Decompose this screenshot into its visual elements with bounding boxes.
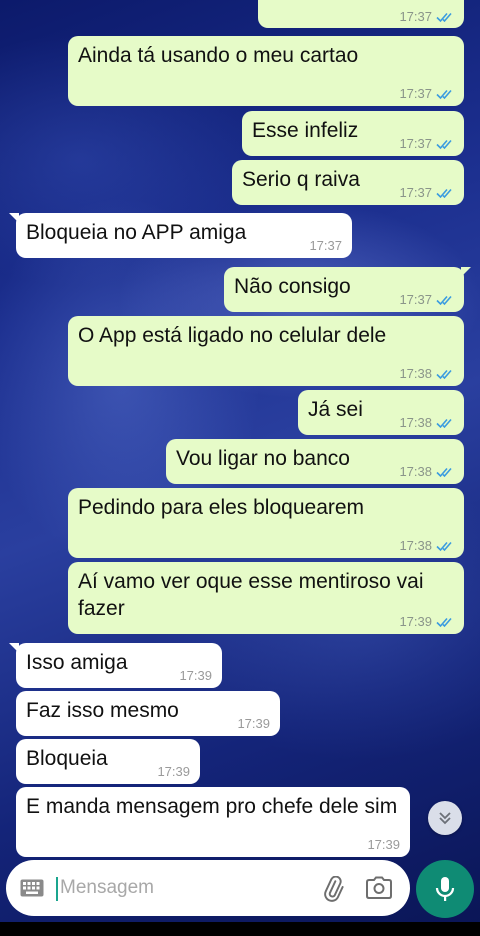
message-bubble-outgoing[interactable]: Ainda tá usando o meu cartao 17:37: [68, 36, 464, 106]
microphone-icon: [435, 877, 455, 901]
message-input[interactable]: [60, 874, 300, 902]
message-text: Aí vamo ver oque esse mentiroso vai faze…: [78, 570, 424, 620]
message-bubble-outgoing[interactable]: Já sei 17:38: [298, 390, 464, 435]
message-bubble-incoming[interactable]: E manda mensagem pro chefe dele sim 17:3…: [16, 787, 410, 857]
message-meta: 17:37: [399, 9, 454, 24]
message-time: 17:38: [399, 464, 432, 479]
message-meta: 17:38: [399, 538, 454, 553]
message-meta: 17:39: [157, 764, 190, 779]
message-text: Faz isso mesmo: [26, 699, 179, 722]
message-time: 17:37: [399, 185, 432, 200]
message-time: 17:39: [179, 668, 212, 683]
double-check-icon: [436, 467, 452, 477]
message-meta: 17:37: [399, 136, 454, 151]
message-bubble-outgoing[interactable]: Serio q raiva 17:37: [232, 160, 464, 205]
camera-icon[interactable]: [366, 876, 392, 900]
message-bubble-outgoing[interactable]: Pedindo para eles bloquearem 17:38: [68, 488, 464, 558]
message-time: 17:39: [367, 837, 400, 852]
message-meta: 17:37: [399, 185, 454, 200]
message-time: 17:39: [399, 614, 432, 629]
message-meta: 17:39: [399, 614, 454, 629]
chat-area[interactable]: 17:37 Ainda tá usando o meu cartao 17:37…: [0, 0, 480, 860]
message-text: Ainda tá usando o meu cartao: [78, 44, 359, 67]
message-composer: [6, 860, 410, 916]
message-time: 17:38: [399, 415, 432, 430]
message-bubble-outgoing[interactable]: Não consigo 17:37: [224, 267, 471, 312]
message-meta: 17:38: [399, 464, 454, 479]
bubble-tail: [461, 267, 471, 277]
double-check-icon: [436, 295, 452, 305]
bubble-tail: [9, 213, 19, 223]
message-time: 17:37: [399, 86, 432, 101]
message-time: 17:37: [399, 136, 432, 151]
message-meta: 17:37: [309, 238, 342, 253]
message-meta: 17:38: [399, 415, 454, 430]
message-bubble-outgoing[interactable]: Aí vamo ver oque esse mentiroso vai faze…: [68, 562, 464, 634]
message-time: 17:39: [237, 716, 270, 731]
message-meta: 17:38: [399, 366, 454, 381]
message-text: O App está ligado no celular dele: [78, 324, 387, 347]
text-cursor: [56, 877, 58, 901]
bubble-tail: [9, 643, 19, 653]
paperclip-icon[interactable]: [320, 876, 346, 902]
message-bubble-incoming[interactable]: Bloqueia 17:39: [16, 739, 200, 784]
double-check-icon: [436, 418, 452, 428]
system-nav-bar: [0, 922, 480, 936]
message-time: 17:38: [399, 538, 432, 553]
message-time: 17:37: [399, 9, 432, 24]
message-bubble-incoming[interactable]: Faz isso mesmo 17:39: [16, 691, 280, 736]
message-bubble-outgoing[interactable]: O App está ligado no celular dele 17:38: [68, 316, 464, 386]
message-bubble-incoming[interactable]: Isso amiga 17:39: [9, 643, 222, 688]
message-meta: 17:39: [237, 716, 270, 731]
message-bubble-outgoing[interactable]: 17:37: [258, 0, 464, 28]
message-text: E manda mensagem pro chefe dele sim: [26, 795, 398, 818]
keyboard-icon[interactable]: [20, 879, 44, 897]
message-time: 17:37: [399, 292, 432, 307]
message-meta: 17:37: [399, 86, 454, 101]
message-bubble-outgoing[interactable]: Esse infeliz 17:37: [242, 111, 464, 156]
double-check-icon: [436, 541, 452, 551]
mic-button[interactable]: [416, 860, 474, 918]
double-check-icon: [436, 617, 452, 627]
scroll-to-bottom-button[interactable]: [428, 801, 462, 835]
message-bubble-incoming[interactable]: Bloqueia no APP amiga 17:37: [9, 213, 352, 258]
double-check-icon: [436, 89, 452, 99]
message-meta: 17:39: [367, 837, 400, 852]
double-check-icon: [436, 12, 452, 22]
message-meta: 17:39: [179, 668, 212, 683]
double-check-icon: [436, 139, 452, 149]
double-check-icon: [436, 369, 452, 379]
message-bubble-outgoing[interactable]: Vou ligar no banco 17:38: [166, 439, 464, 484]
message-text: Bloqueia no APP amiga: [26, 221, 247, 244]
message-time: 17:37: [309, 238, 342, 253]
message-time: 17:39: [157, 764, 190, 779]
double-chevron-down-icon: [439, 812, 451, 825]
message-meta: 17:37: [399, 292, 454, 307]
message-text: Pedindo para eles bloquearem: [78, 496, 365, 519]
message-time: 17:38: [399, 366, 432, 381]
double-check-icon: [436, 188, 452, 198]
